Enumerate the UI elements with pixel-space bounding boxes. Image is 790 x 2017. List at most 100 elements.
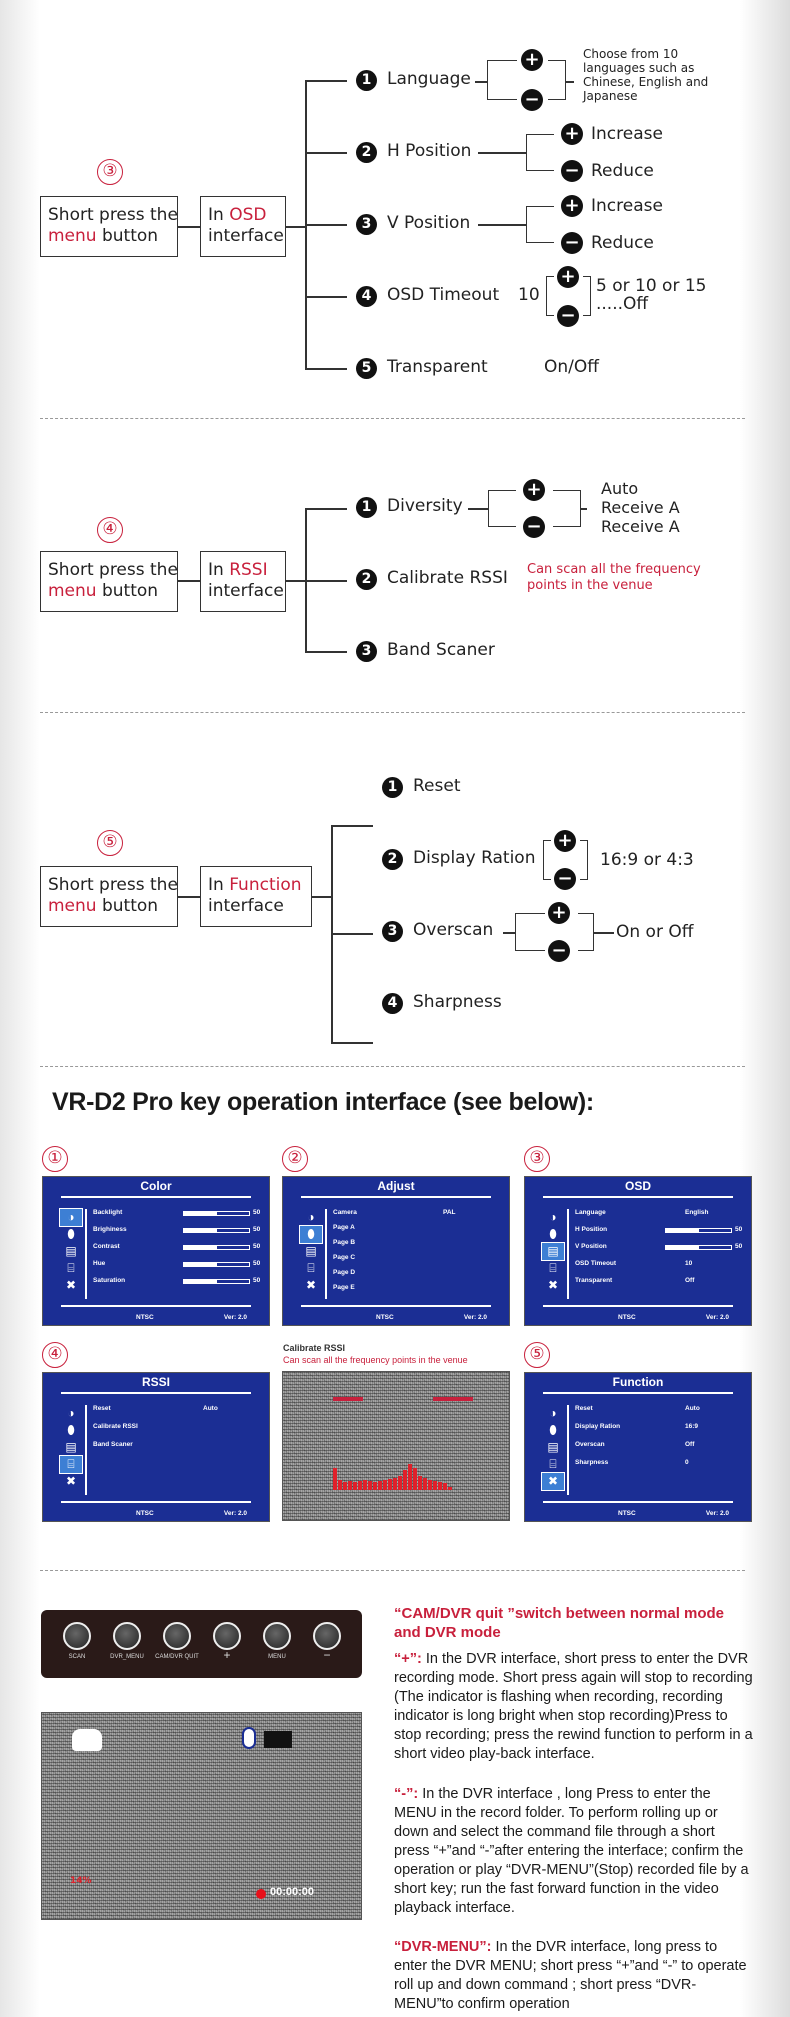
version: Ver: 2.0 — [223, 1510, 247, 1517]
reduce-label: Reduce — [591, 233, 654, 253]
increase-label: Increase — [591, 196, 663, 216]
contrast-icon: ◑ — [549, 1406, 557, 1420]
hardware-button[interactable] — [63, 1622, 91, 1650]
value-slider[interactable] — [183, 1262, 250, 1267]
row-label: Backlight — [93, 1209, 123, 1216]
menu-row[interactable]: Transparent Off — [575, 1277, 740, 1284]
value-slider[interactable] — [183, 1279, 250, 1284]
tools-icon: ✖ — [65, 1278, 77, 1292]
menu-row[interactable]: Backlight 50 — [93, 1209, 260, 1216]
menu-row[interactable]: Brighiness 50 — [93, 1226, 260, 1233]
menu-row[interactable]: Hue 50 — [93, 1260, 260, 1267]
slider-fill — [184, 1246, 217, 1249]
menu-row[interactable]: Camera PAL — [333, 1209, 498, 1216]
menu-row[interactable]: V Position 50 — [575, 1243, 742, 1250]
step-number: ④ — [97, 517, 123, 543]
box-text: menu button — [48, 226, 171, 247]
plus-icon: + — [561, 123, 583, 145]
screen-title: Color — [140, 1179, 172, 1193]
slider-fill — [184, 1212, 217, 1215]
menu-row[interactable]: Sharpness 0 — [575, 1459, 740, 1466]
screen-number: ② — [282, 1146, 308, 1172]
rssi-bar — [398, 1476, 402, 1490]
rssi-bar — [368, 1481, 372, 1490]
item-transparent: Transparent — [387, 357, 488, 377]
hardware-button[interactable] — [313, 1622, 341, 1650]
value-slider[interactable] — [183, 1228, 250, 1233]
color-icon: ⬮ — [549, 1423, 557, 1437]
menu-row[interactable]: Page D — [333, 1269, 498, 1276]
row-label: Display Ration — [575, 1423, 621, 1430]
menu-row[interactable]: Display Ration 16:9 — [575, 1423, 740, 1430]
row-label: Language — [575, 1209, 606, 1216]
box-text-rest: button — [96, 226, 159, 246]
menu-row[interactable]: Calibrate RSSI — [93, 1423, 258, 1430]
screen-title: Adjust — [377, 1179, 415, 1193]
minus-icon: − — [523, 516, 545, 538]
value-slider[interactable] — [665, 1245, 732, 1250]
row-value: 50 — [253, 1243, 261, 1250]
rssi-bar — [373, 1482, 377, 1490]
rssi-bar — [413, 1468, 417, 1490]
hardware-button[interactable] — [213, 1622, 241, 1650]
menu-row[interactable]: Page B — [333, 1239, 498, 1246]
minus-key: “-”: — [394, 1786, 419, 1802]
menu-row[interactable]: Page C — [333, 1254, 498, 1261]
menu-row[interactable]: Language English — [575, 1209, 740, 1216]
minus-icon: − — [561, 232, 583, 254]
menu-row[interactable]: H Position 50 — [575, 1226, 742, 1233]
color-icon: ⬮ — [67, 1423, 75, 1437]
row-label: Page D — [333, 1269, 356, 1276]
osd-icon: ▤ — [541, 1242, 565, 1261]
row-label: H Position — [575, 1226, 608, 1233]
screen-title: OSD — [624, 1179, 651, 1193]
value-slider[interactable] — [183, 1245, 250, 1250]
timeout-options: 5 or 10 or 15 — [596, 276, 707, 296]
menu-row[interactable]: Page E — [333, 1284, 498, 1291]
slider-fill — [184, 1280, 217, 1283]
plus-icon: + — [523, 479, 545, 501]
divider — [40, 1570, 745, 1571]
menu-row[interactable]: Reset Auto — [93, 1405, 258, 1412]
rssi-bar — [353, 1482, 357, 1490]
row-value: 50 — [253, 1277, 261, 1284]
record-dot-icon — [256, 1889, 266, 1899]
calibrate-note: Can scan all the frequency — [527, 562, 701, 577]
menu-row[interactable]: Reset Auto — [575, 1405, 740, 1412]
rssi-bar — [338, 1480, 342, 1490]
menu-row[interactable]: Overscan Off — [575, 1441, 740, 1448]
rssi-bar — [428, 1480, 432, 1490]
menu-row[interactable]: OSD Timeout 10 — [575, 1260, 740, 1267]
menu-row[interactable]: Contrast 50 — [93, 1243, 261, 1250]
video-standard: NTSC — [618, 1314, 636, 1321]
interface-box: In OSD interface — [200, 196, 286, 257]
rssi-bar — [378, 1481, 382, 1490]
row-label: Calibrate RSSI — [93, 1423, 138, 1430]
screen-number: ① — [42, 1146, 68, 1172]
tv-icon: ⌸ — [59, 1455, 83, 1474]
item-v-position: V Position — [387, 213, 471, 233]
step-number: ⑤ — [97, 830, 123, 856]
tv-icon: ⌸ — [67, 1261, 75, 1275]
value-slider[interactable] — [183, 1211, 250, 1216]
hardware-button[interactable] — [113, 1622, 141, 1650]
hardware-button[interactable] — [263, 1622, 291, 1650]
plus-icon: + — [521, 49, 543, 71]
version: Ver: 2.0 — [463, 1314, 487, 1321]
row-label: Reset — [575, 1405, 593, 1412]
osd-screen-function: Function ◑ ⬮ ▤ ⌸ ✖ Reset Auto Display Ration 16:9… — [524, 1372, 752, 1522]
hardware-button[interactable] — [163, 1622, 191, 1650]
rssi-bar — [438, 1482, 442, 1490]
minus-icon: − — [521, 89, 543, 111]
box-prefix: In — [208, 205, 230, 225]
value-slider[interactable] — [665, 1228, 732, 1233]
box-text: menu button — [48, 581, 171, 602]
increase-label: Increase — [591, 124, 663, 144]
row-label: Contrast — [93, 1243, 120, 1250]
item-calibrate-rssi: Calibrate RSSI — [387, 568, 508, 588]
plus-key: “+”: — [394, 1651, 422, 1667]
menu-row[interactable]: Page A — [333, 1224, 498, 1231]
row-value: 10 — [685, 1260, 693, 1267]
menu-row[interactable]: Band Scaner — [93, 1441, 258, 1448]
menu-row[interactable]: Saturation 50 — [93, 1277, 261, 1284]
